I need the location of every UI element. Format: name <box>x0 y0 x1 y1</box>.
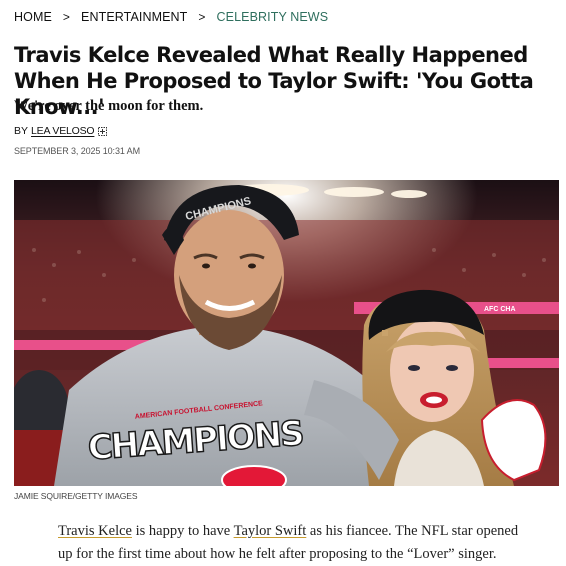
article-body-paragraph: Travis Kelce is happy to have Taylor Swi… <box>58 520 528 566</box>
body-text-1: is happy to have <box>131 523 234 539</box>
byline: BY LEA VELOSO <box>14 125 108 137</box>
byline-prefix: BY <box>14 125 29 137</box>
breadcrumb-separator: > <box>62 10 71 24</box>
image-credit: JAMIE SQUIRE/GETTY IMAGES <box>14 491 138 501</box>
hero-image: AFC CHA AMERICAN FOOTBALL CONFERENCE CHA… <box>14 180 559 486</box>
breadcrumb-home[interactable]: HOME <box>14 10 52 24</box>
breadcrumb-entertainment[interactable]: ENTERTAINMENT <box>81 10 187 24</box>
plus-square-icon[interactable] <box>98 126 108 136</box>
article-dek: We're over the moon for them. <box>14 98 204 114</box>
breadcrumb-celebrity-news[interactable]: CELEBRITY NEWS <box>217 10 329 24</box>
publish-date: SEPTEMBER 3, 2025 10:31 AM <box>14 146 140 156</box>
banner-text: AFC CHA <box>484 306 516 313</box>
link-taylor-swift[interactable]: Taylor Swift <box>234 523 307 539</box>
author-link[interactable]: LEA VELOSO <box>31 125 95 137</box>
link-travis-kelce[interactable]: Travis Kelce <box>58 523 132 539</box>
breadcrumb-separator: > <box>198 10 206 24</box>
hero-photo-illustration: AFC CHA AMERICAN FOOTBALL CONFERENCE CHA… <box>14 180 559 486</box>
breadcrumb: HOME > ENTERTAINMENT > CELEBRITY NEWS <box>14 10 328 24</box>
